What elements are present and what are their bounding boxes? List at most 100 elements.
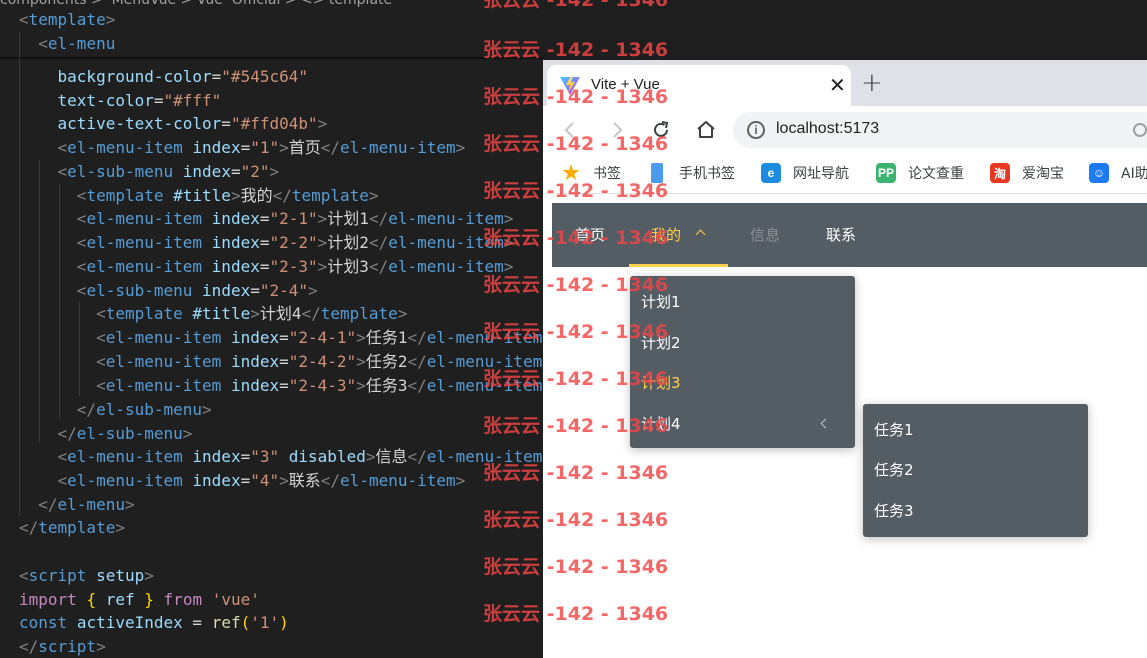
code-token: "2-2"	[269, 233, 318, 252]
bookmark-item[interactable]: 手机书签	[647, 162, 735, 184]
code-token: </	[407, 376, 427, 395]
code-line: active-text-color="#ffd04b">	[19, 112, 328, 136]
bookmark-label: 网址导航	[793, 166, 849, 182]
code-token: >	[317, 233, 328, 252]
zoom-icon[interactable]	[1133, 123, 1147, 137]
code-token: template	[28, 10, 106, 29]
code-token: <	[76, 233, 87, 252]
code-token: >	[182, 424, 193, 443]
code-token: <	[76, 209, 87, 228]
code-line: </template>	[19, 516, 125, 540]
star-icon: ★	[562, 162, 580, 184]
code-token: activeIndex	[76, 613, 183, 632]
code-token: >	[356, 328, 366, 347]
app-viewport: 首页 我的 信息 联系 计划1 计划2 计划3 计划4 任务1 任务2 任务3	[543, 194, 1147, 658]
code-token: =	[211, 67, 222, 86]
code-token: =	[279, 376, 289, 395]
forward-arrow-icon[interactable]	[604, 118, 628, 142]
code-token: template	[291, 186, 369, 205]
submenu-item-plan4-label: 计划4	[641, 415, 681, 433]
code-token: </	[57, 424, 77, 443]
browser-window: Vite + Vue ✕ + i localhost:5173 ★ 书签 手机书签 e…	[543, 60, 1147, 658]
reload-icon[interactable]	[649, 118, 673, 142]
code-token: >	[269, 162, 280, 181]
code-token: el-menu-item	[86, 209, 203, 228]
code-token: </	[407, 447, 427, 466]
code-line: <el-menu-item index="2-4-1">任务1</el-menu…	[19, 326, 543, 350]
code-token: =	[230, 162, 241, 181]
code-token: index	[211, 233, 260, 252]
taobao-icon: 淘	[990, 163, 1010, 183]
new-tab-button[interactable]: +	[861, 68, 883, 98]
bookmarks-bar: ★ 书签 手机书签 e 网址导航 PP 论文查重 淘爱淘宝 ☺ AI助	[543, 154, 1147, 194]
code-token: el-menu-item	[67, 471, 183, 490]
code-line: text-color="#fff"	[19, 89, 222, 113]
bookmark-item[interactable]: e 网址导航	[761, 162, 849, 184]
submenu-item-task1[interactable]: 任务1	[863, 410, 1088, 450]
code-token: <	[96, 304, 106, 323]
code-token: <	[57, 447, 68, 466]
code-token: el-sub-menu	[86, 281, 193, 300]
back-arrow-icon[interactable]	[559, 118, 583, 142]
submenu-item-plan3[interactable]: 计划3	[630, 363, 855, 403]
code-line: <template #title>我的</template>	[19, 184, 379, 208]
indent-guide	[19, 32, 20, 516]
code-line: <el-menu-item index="2-4-2">任务2</el-menu…	[19, 350, 543, 374]
bookmark-item[interactable]: PP 论文查重	[876, 162, 964, 184]
submenu-item-plan4[interactable]: 计划4	[630, 404, 855, 444]
submenu-item-plan2[interactable]: 计划2	[630, 323, 855, 363]
code-token: >	[279, 471, 289, 490]
info-icon[interactable]: i	[747, 121, 765, 139]
code-token: =	[153, 91, 164, 110]
close-tab-icon[interactable]: ✕	[829, 73, 846, 97]
code-token: el-sub-menu	[67, 162, 174, 181]
code-token: >	[503, 233, 514, 252]
code-token: text-color	[57, 91, 154, 110]
code-token: template	[320, 304, 398, 323]
code-editor[interactable]: components > MenuVue > Vue Official > <>…	[0, 0, 543, 658]
code-token: script	[28, 566, 87, 585]
bookmark-item[interactable]: ☺ AI助	[1089, 162, 1147, 184]
code-token: el-menu	[47, 34, 116, 53]
bookmark-item[interactable]: 淘爱淘宝	[990, 162, 1064, 184]
code-token: >	[230, 186, 241, 205]
code-token: el-menu-item	[426, 352, 543, 371]
code-token: <	[57, 471, 68, 490]
code-token: <	[76, 257, 87, 276]
indent-guide	[39, 160, 40, 442]
code-token: 计划1	[327, 209, 369, 228]
code-token: 计划2	[327, 233, 369, 252]
code-token: =	[240, 471, 251, 490]
menu-item-home[interactable]: 首页	[575, 203, 605, 267]
code-token: ref	[105, 590, 135, 609]
submenu-item-task2[interactable]: 任务2	[863, 450, 1088, 490]
code-token: </	[301, 304, 321, 323]
menu-item-mine[interactable]: 我的	[651, 203, 681, 267]
code-token: index	[230, 352, 280, 371]
code-token: index	[202, 281, 251, 300]
code-token: index	[192, 138, 241, 157]
code-token: index	[182, 162, 231, 181]
code-token: ref	[211, 613, 241, 632]
code-token: el-menu-item	[67, 138, 183, 157]
code-token: =	[240, 447, 251, 466]
pp-icon: PP	[876, 163, 896, 183]
submenu-item-task3[interactable]: 任务3	[863, 491, 1088, 531]
code-token: =	[250, 281, 260, 300]
browser-tab[interactable]: Vite + Vue ✕	[547, 65, 851, 106]
home-icon[interactable]	[694, 118, 718, 142]
address-bar[interactable]: i localhost:5173	[733, 112, 1147, 148]
bookmark-item[interactable]: ★ 书签	[561, 162, 621, 184]
submenu-item-plan1[interactable]: 计划1	[630, 282, 855, 322]
indent-guide	[79, 302, 80, 396]
code-token: }	[144, 590, 154, 609]
code-line: <el-menu-item index="2-2">计划2</el-menu-i…	[19, 231, 514, 255]
menu-item-contact[interactable]: 联系	[826, 203, 856, 267]
